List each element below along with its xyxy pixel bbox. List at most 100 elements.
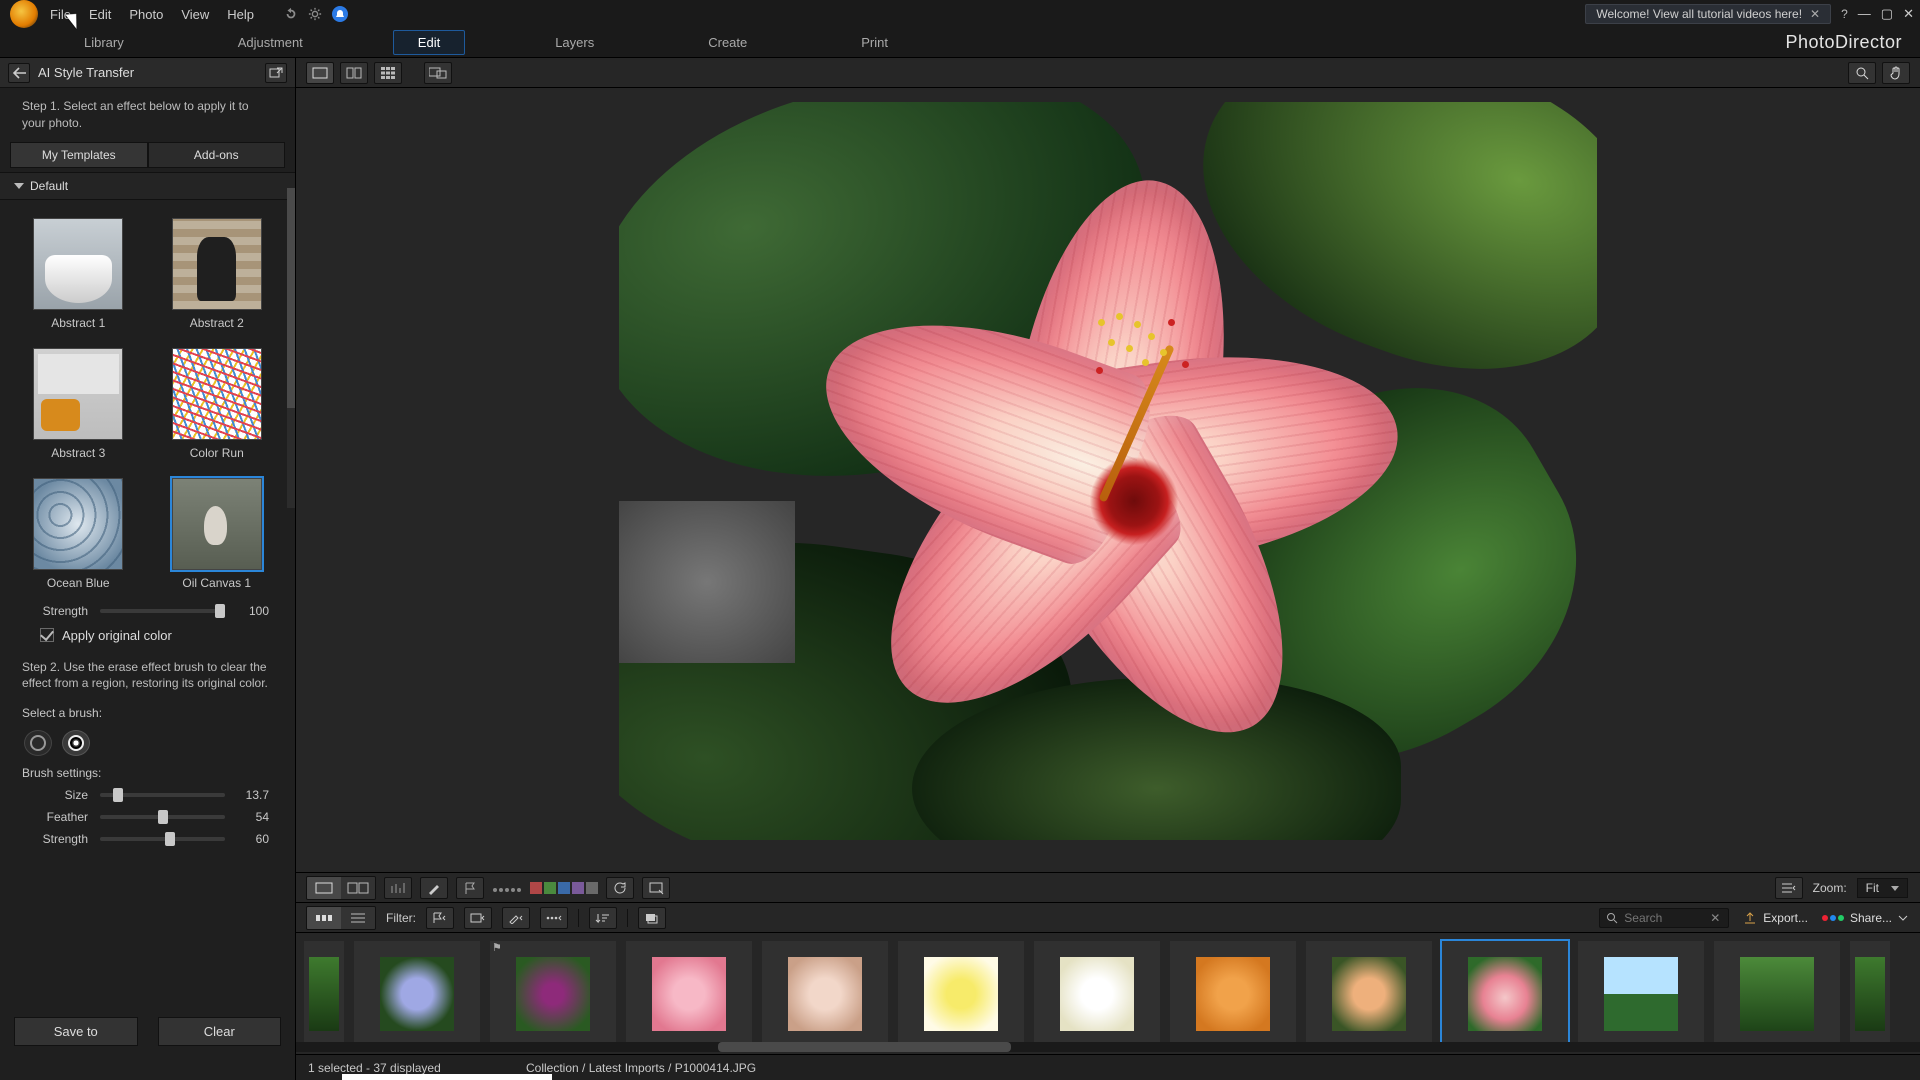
- slider-track[interactable]: [100, 793, 225, 797]
- slider-track[interactable]: [100, 609, 225, 613]
- section-label: Default: [30, 179, 68, 193]
- share-label: Share...: [1850, 911, 1892, 925]
- share-button[interactable]: Share...: [1822, 911, 1908, 925]
- tab-adjustment[interactable]: Adjustment: [214, 31, 327, 54]
- menu-help[interactable]: Help: [227, 7, 254, 22]
- save-to-button[interactable]: Save to: [14, 1017, 138, 1046]
- tab-edit[interactable]: Edit: [393, 30, 465, 55]
- zoom-select[interactable]: Fit: [1857, 878, 1908, 898]
- tab-library[interactable]: Library: [60, 31, 148, 54]
- thumbnail-item[interactable]: [626, 941, 752, 1047]
- tab-layers[interactable]: Layers: [531, 31, 618, 54]
- rotate-icon[interactable]: [606, 877, 634, 899]
- thumbnail-strip[interactable]: ⚑: [296, 932, 1920, 1054]
- crop-icon[interactable]: [642, 877, 670, 899]
- thumbnail-item[interactable]: [1034, 941, 1160, 1047]
- checkbox-icon: [40, 628, 54, 642]
- export-button[interactable]: Export...: [1743, 911, 1808, 925]
- pan-tool-icon[interactable]: [1882, 62, 1910, 84]
- filter-label-icon[interactable]: [464, 907, 492, 929]
- color-label-chips[interactable]: [530, 882, 598, 894]
- thumbnail-item[interactable]: [762, 941, 888, 1047]
- sort-icon[interactable]: [589, 907, 617, 929]
- view-single-icon[interactable]: [306, 62, 334, 84]
- tab-create[interactable]: Create: [684, 31, 771, 54]
- gear-icon[interactable]: [308, 7, 322, 21]
- slider-track[interactable]: [100, 815, 225, 819]
- clear-button[interactable]: Clear: [158, 1017, 282, 1046]
- window-minimize[interactable]: —: [1858, 6, 1871, 22]
- close-icon[interactable]: ✕: [1810, 7, 1820, 21]
- window-close[interactable]: ✕: [1903, 6, 1914, 22]
- checkbox-apply-original-color[interactable]: Apply original color: [0, 622, 295, 649]
- popout-icon[interactable]: [265, 63, 287, 83]
- search-input[interactable]: ✕: [1599, 908, 1729, 928]
- thumbnail-item[interactable]: [354, 941, 480, 1047]
- brush-icon[interactable]: [420, 877, 448, 899]
- tab-print[interactable]: Print: [837, 31, 912, 54]
- thumbnail-item[interactable]: [1578, 941, 1704, 1047]
- slider-feather[interactable]: Feather 54: [0, 806, 295, 828]
- template-label: Oil Canvas 1: [182, 576, 251, 590]
- welcome-banner[interactable]: Welcome! View all tutorial videos here! …: [1585, 4, 1831, 24]
- notification-icon[interactable]: [332, 6, 348, 22]
- checkbox-label: Apply original color: [62, 628, 172, 643]
- template-thumb: [172, 218, 262, 310]
- back-button[interactable]: [8, 63, 30, 83]
- filter-edit-icon[interactable]: [502, 907, 530, 929]
- compare-mode-toggle[interactable]: [306, 876, 376, 900]
- slider-strength-effect[interactable]: Strength 100: [0, 600, 295, 622]
- thumbnail-item-selected[interactable]: [1442, 941, 1568, 1047]
- brush-restore[interactable]: [62, 730, 90, 756]
- thumbnail-item[interactable]: [1306, 941, 1432, 1047]
- view-compare-icon[interactable]: [340, 62, 368, 84]
- strip-view-toggle[interactable]: [306, 906, 376, 930]
- menu-edit[interactable]: Edit: [89, 7, 111, 22]
- template-thumb: [33, 478, 123, 570]
- slider-label: Strength: [26, 832, 88, 846]
- filter-more-icon[interactable]: [540, 907, 568, 929]
- zoom-label: Zoom:: [1813, 881, 1847, 895]
- strip-scrollbar[interactable]: [296, 1042, 1920, 1052]
- thumbnail-item[interactable]: [304, 941, 344, 1047]
- thumbnail-item[interactable]: [1170, 941, 1296, 1047]
- rating-dots[interactable]: [492, 881, 522, 895]
- section-default[interactable]: Default: [0, 172, 295, 200]
- zoom-tool-icon[interactable]: [1848, 62, 1876, 84]
- flag-icon[interactable]: [456, 877, 484, 899]
- canvas-image[interactable]: [619, 102, 1597, 840]
- panel-scrollbar[interactable]: [287, 188, 295, 508]
- template-ocean-blue[interactable]: Ocean Blue: [26, 478, 131, 590]
- template-color-run[interactable]: Color Run: [165, 348, 270, 460]
- slider-size[interactable]: Size 13.7: [0, 784, 295, 806]
- thumbnail-item[interactable]: [1714, 941, 1840, 1047]
- clear-search-icon[interactable]: ✕: [1710, 911, 1720, 925]
- slider-track[interactable]: [100, 837, 225, 841]
- filter-flag-icon[interactable]: [426, 907, 454, 929]
- histogram-icon[interactable]: [384, 877, 412, 899]
- subtab-my-templates[interactable]: My Templates: [10, 142, 148, 168]
- thumbnail-item[interactable]: [1850, 941, 1890, 1047]
- template-abstract-1[interactable]: Abstract 1: [26, 218, 131, 330]
- view-grid-icon[interactable]: [374, 62, 402, 84]
- template-abstract-2[interactable]: Abstract 2: [165, 218, 270, 330]
- flag-icon: ⚑: [492, 941, 502, 954]
- subtab-add-ons[interactable]: Add-ons: [148, 142, 286, 168]
- list-settings-icon[interactable]: [1775, 877, 1803, 899]
- brush-erase[interactable]: [24, 730, 52, 756]
- slider-brush-strength[interactable]: Strength 60: [0, 828, 295, 850]
- template-thumb: [172, 478, 262, 570]
- template-abstract-3[interactable]: Abstract 3: [26, 348, 131, 460]
- template-oil-canvas-1[interactable]: Oil Canvas 1: [165, 478, 270, 590]
- undo-icon[interactable]: [284, 7, 298, 21]
- menu-photo[interactable]: Photo: [129, 7, 163, 22]
- search-field[interactable]: [1624, 911, 1704, 925]
- window-maximize[interactable]: ▢: [1881, 6, 1893, 22]
- thumbnail-item[interactable]: [898, 941, 1024, 1047]
- help-icon[interactable]: ?: [1841, 7, 1848, 21]
- secondary-display-icon[interactable]: [424, 62, 452, 84]
- panel-title: AI Style Transfer: [38, 65, 257, 80]
- thumbnail-item[interactable]: ⚑: [490, 941, 616, 1047]
- menu-view[interactable]: View: [181, 7, 209, 22]
- stack-icon[interactable]: [638, 907, 666, 929]
